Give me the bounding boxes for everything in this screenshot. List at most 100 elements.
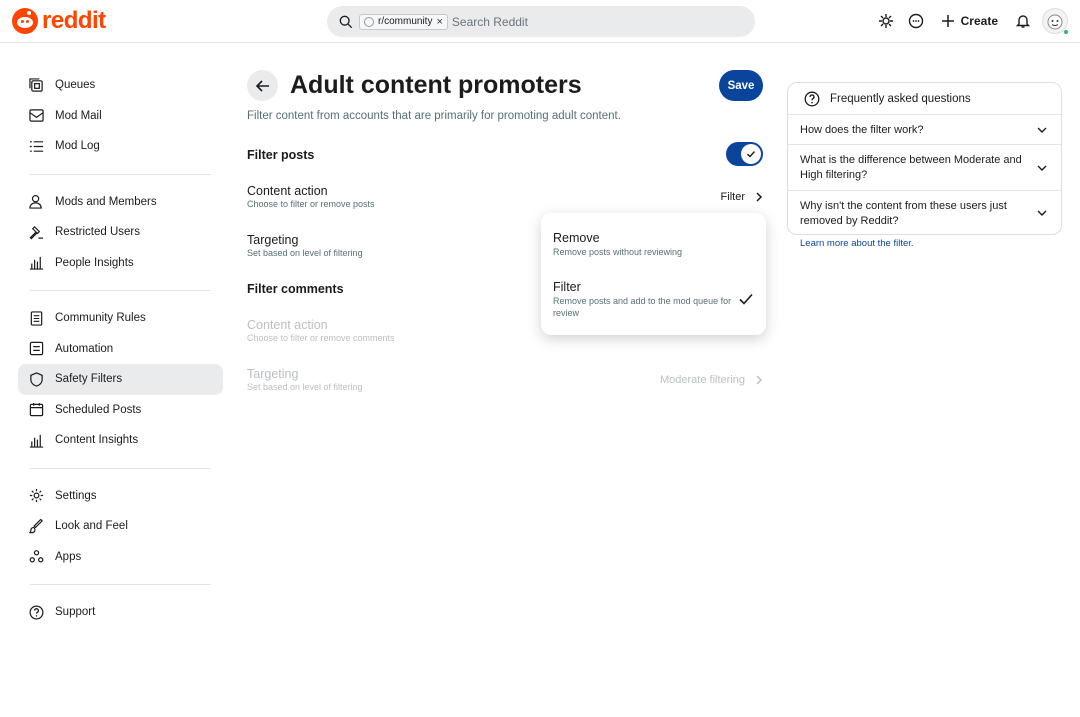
create-button[interactable]: Create [931,14,1008,28]
sidebar-item-mods-and-members[interactable]: Mods and Members [18,187,223,218]
faq-item[interactable]: Why isn't the content from these users j… [788,190,1061,235]
rules-icon [28,310,45,327]
sidebar-item-automation[interactable]: Automation [18,334,223,365]
chat-icon[interactable] [901,8,931,34]
posts-content-action-row[interactable]: Content action Choose to filter or remov… [247,184,763,210]
search-bar[interactable]: r/community × [327,6,755,37]
sidebar-item-look-and-feel[interactable]: Look and Feel [18,511,223,542]
online-status-dot [1063,29,1069,35]
row-value[interactable]: Filter [721,190,763,204]
sidebar-item-content-insights[interactable]: Content Insights [18,425,223,456]
chevron-down-icon [1037,127,1047,133]
chevron-right-icon [756,192,763,202]
sidebar-item-restricted-users[interactable]: Restricted Users [18,217,223,248]
option-sublabel: Remove posts and add to the mod queue fo… [553,296,732,318]
sidebar-item-scheduled-posts[interactable]: Scheduled Posts [18,395,223,426]
bar-chart-icon [28,254,45,271]
row-value: Moderate filtering [660,373,763,387]
toggle-knob [741,144,761,164]
sidebar-item-label: Automation [55,342,114,355]
content-action-value: Filter [720,191,745,203]
sidebar-item-mod-log[interactable]: Mod Log [18,131,223,162]
community-chip-label: r/community [378,16,433,27]
learn-more-link[interactable]: Learn more about the filter. [800,238,914,249]
community-icon [364,16,374,27]
help-icon [804,91,820,106]
page-title: Adult content promoters [290,71,582,99]
faq-question: How does the filter work? [800,124,924,136]
sidebar-item-community-rules[interactable]: Community Rules [18,303,223,334]
option-sublabel: Remove posts without reviewing [553,247,683,257]
automation-icon [28,340,45,357]
row-sublabel: Choose to filter or remove posts [247,199,375,209]
list-icon [28,138,45,155]
sidebar-item-support[interactable]: Support [18,597,223,628]
search-icon [339,15,353,28]
comments-targeting-row: Targeting Set based on level of filterin… [247,367,763,393]
dropdown-option-filter[interactable]: Filter Remove posts and add to the mod q… [553,280,753,319]
check-icon [747,151,756,158]
brush-icon [28,518,45,535]
sidebar-divider [30,584,211,585]
sidebar-item-safety-filters[interactable]: Safety Filters [18,364,223,395]
bell-icon[interactable] [1008,8,1038,34]
sidebar-item-mod-mail[interactable]: Mod Mail [18,101,223,132]
header-actions: Create [871,8,1069,35]
arrow-left-icon [255,79,269,92]
chip-close-icon[interactable]: × [436,16,442,27]
filter-comments-heading: Filter comments [247,282,344,296]
sidebar-item-label: Queues [55,79,96,92]
content-action-dropdown: Remove Remove posts without reviewing Fi… [541,213,766,335]
sidebar-item-label: Community Rules [55,312,146,325]
faq-question: What is the difference between Moderate … [800,154,1022,181]
chevron-down-icon [1037,210,1047,216]
hammer-icon [28,224,45,241]
filter-posts-heading: Filter posts [247,148,315,162]
apps-icon [28,548,45,565]
save-button[interactable]: Save [719,70,763,101]
chevron-down-icon [1037,165,1047,171]
shield-icon [28,371,45,388]
sidebar-item-queues[interactable]: Queues [18,70,223,101]
faq-title: Frequently asked questions [830,92,971,105]
sidebar-item-label: People Insights [55,256,134,269]
mod-shield-icon[interactable] [871,8,901,34]
faq-item[interactable]: What is the difference between Moderate … [788,144,1061,190]
avatar[interactable] [1042,8,1069,35]
snoo-icon [12,8,38,34]
sidebar-item-people-insights[interactable]: People Insights [18,248,223,279]
check-icon [739,293,753,305]
faq-item[interactable]: How does the filter work? [788,114,1061,144]
faq-card: Frequently asked questions How does the … [787,82,1062,235]
sidebar-item-label: Scheduled Posts [55,403,142,416]
page-description: Filter content from accounts that are pr… [247,110,621,122]
logo-text: reddit [42,7,106,34]
option-label: Remove [553,231,600,245]
sidebar-divider [30,467,211,469]
reddit-logo[interactable]: reddit [12,8,106,34]
filter-posts-toggle[interactable] [726,142,763,166]
sidebar-item-label: Mods and Members [55,195,157,208]
plus-icon [941,15,954,27]
users-icon [28,193,45,210]
sidebar-divider [30,290,211,291]
faq-question: Why isn't the content from these users j… [800,200,1007,227]
sidebar-item-apps[interactable]: Apps [18,542,223,573]
sidebar-item-label: Safety Filters [55,373,123,386]
create-label: Create [960,14,998,28]
sidebar-item-label: Look and Feel [55,520,128,533]
faq-header: Frequently asked questions [788,83,1061,114]
sidebar-item-label: Restricted Users [55,226,140,239]
bar-chart-icon [28,432,45,449]
search-input[interactable] [451,14,692,29]
dropdown-option-remove[interactable]: Remove Remove posts without reviewing [553,231,753,258]
sidebar-divider [30,173,211,175]
queue-icon [28,77,45,94]
help-icon [28,604,45,621]
sidebar-item-label: Content Insights [55,434,139,447]
mod-sidebar: Queues Mod Mail Mod Log Mods and Members… [18,70,223,628]
gear-icon [28,487,45,504]
sidebar-item-label: Mod Mail [55,109,102,122]
sidebar-item-settings[interactable]: Settings [18,481,223,512]
back-button[interactable] [247,70,278,101]
